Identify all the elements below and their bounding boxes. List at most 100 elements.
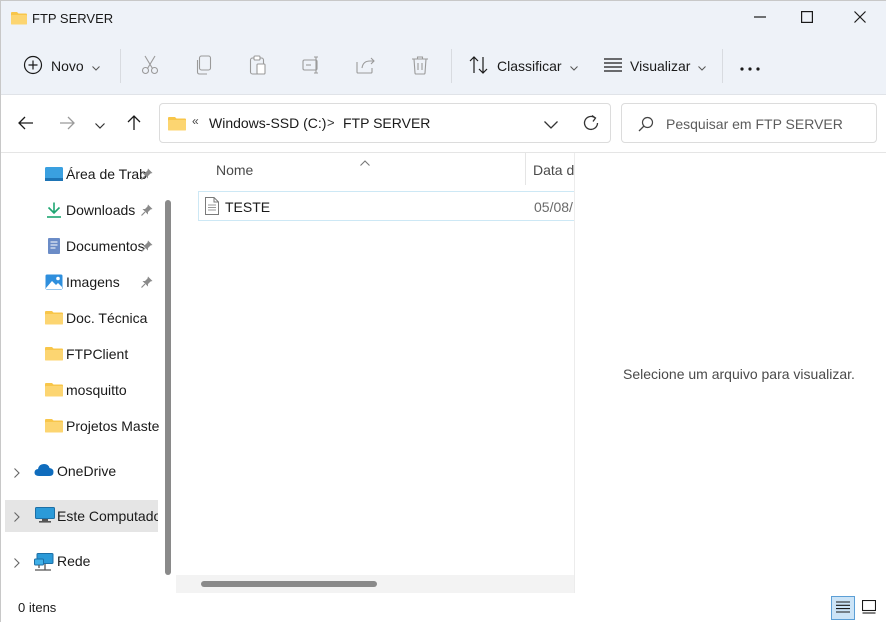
toolbar-divider: [451, 49, 452, 83]
new-label: Novo: [51, 58, 84, 74]
share-button[interactable]: [354, 54, 378, 78]
sidebar-item-doc-tecnica[interactable]: Doc. Técnica: [1, 303, 159, 333]
paste-button[interactable]: [246, 54, 270, 78]
rename-button[interactable]: [300, 54, 324, 78]
up-button[interactable]: [122, 112, 146, 136]
document-icon: [45, 238, 63, 254]
file-explorer-window: FTP SERVER Novo Classificar Visualizar «…: [0, 0, 886, 622]
sidebar-item-label: Rede: [57, 553, 91, 569]
sidebar-item-desktop[interactable]: Área de Trab: [1, 159, 159, 189]
refresh-button[interactable]: [582, 114, 600, 135]
chevron-down-icon: [569, 58, 578, 74]
forward-button[interactable]: [55, 112, 79, 136]
more-options-button[interactable]: [738, 54, 762, 78]
sidebar-item-label: Doc. Técnica: [66, 310, 148, 326]
column-divider[interactable]: [525, 153, 526, 185]
desktop-icon: [45, 166, 63, 182]
chevron-down-icon: [91, 58, 100, 74]
sidebar-item-label: Imagens: [66, 274, 120, 290]
image-icon: [45, 274, 63, 290]
pin-icon: [141, 275, 153, 291]
maximize-button[interactable]: [784, 1, 830, 35]
close-icon: [854, 10, 866, 26]
sidebar-item-images[interactable]: Imagens: [1, 267, 159, 297]
sidebar-item-label: FTPClient: [66, 346, 129, 362]
column-header-name[interactable]: Nome: [216, 162, 253, 178]
folder-icon: [45, 346, 63, 362]
minimize-icon: [754, 10, 766, 26]
rename-icon: [302, 55, 322, 77]
address-overflow[interactable]: «: [192, 114, 199, 128]
back-button[interactable]: [14, 112, 38, 136]
recent-locations-button[interactable]: [88, 112, 112, 136]
sort-button[interactable]: Classificar: [469, 49, 578, 83]
breadcrumb-segment[interactable]: FTP SERVER: [343, 115, 430, 131]
maximize-icon: [801, 10, 814, 26]
sidebar-item-label: Projetos Master: [66, 418, 159, 434]
add-icon: [23, 55, 43, 78]
trash-icon: [411, 55, 429, 78]
search-placeholder: Pesquisar em FTP SERVER: [666, 116, 843, 132]
search-icon: [638, 116, 654, 135]
view-label: Visualizar: [630, 58, 691, 74]
cut-button[interactable]: [138, 54, 162, 78]
share-icon: [356, 56, 376, 77]
breadcrumb-segment[interactable]: Windows-SSD (C:): [209, 115, 326, 131]
computer-icon: [35, 507, 55, 523]
delete-button[interactable]: [408, 54, 432, 78]
sidebar-item-label: Documentos: [66, 238, 145, 254]
sidebar-scrollbar-thumb[interactable]: [165, 200, 171, 575]
scissors-icon: [141, 55, 159, 78]
chevron-right-icon[interactable]: [14, 509, 20, 525]
search-input[interactable]: Pesquisar em FTP SERVER: [621, 103, 877, 143]
sidebar-item-this-pc[interactable]: Este Computador: [5, 500, 158, 532]
sidebar-item-projetos-master[interactable]: Projetos Master: [1, 411, 159, 441]
address-dropdown-button[interactable]: [544, 116, 558, 132]
folder-icon: [45, 310, 63, 326]
sort-label: Classificar: [497, 58, 562, 74]
sidebar-item-downloads[interactable]: Downloads: [1, 195, 159, 225]
horizontal-scrollbar-thumb[interactable]: [201, 581, 377, 587]
new-button[interactable]: Novo: [23, 49, 100, 83]
chevron-right-icon[interactable]: [14, 555, 20, 571]
address-bar[interactable]: « Windows-SSD (C:) > FTP SERVER: [159, 103, 611, 143]
text-file-icon: [205, 197, 219, 218]
tiles-view-button[interactable]: [857, 596, 881, 620]
title-bar[interactable]: FTP SERVER: [1, 1, 886, 37]
file-date: 05/08/: [534, 199, 573, 215]
pin-icon: [141, 167, 153, 183]
details-view-button[interactable]: [831, 596, 855, 620]
window-title: FTP SERVER: [32, 11, 114, 26]
file-list: Nome Data d TESTE 05/08/: [176, 153, 574, 593]
column-header-date[interactable]: Data d: [533, 162, 574, 178]
view-button[interactable]: Visualizar: [604, 49, 707, 83]
preview-message: Selecione um arquivo para visualizar.: [623, 366, 855, 382]
sidebar-item-label: Área de Trab: [66, 166, 147, 182]
network-icon: [34, 553, 54, 571]
chevron-down-icon: [544, 116, 558, 132]
sidebar-item-documents[interactable]: Documentos: [1, 231, 159, 261]
command-bar: Novo Classificar Visualizar: [1, 37, 886, 95]
tiles-view-icon: [861, 599, 877, 617]
sidebar-item-network[interactable]: Rede: [1, 546, 159, 576]
sidebar-item-label: mosquitto: [66, 382, 127, 398]
sidebar-item-label: Este Computador: [57, 508, 158, 524]
pin-icon: [141, 239, 153, 255]
list-view-icon: [604, 57, 622, 75]
pin-icon: [141, 203, 153, 219]
chevron-down-icon: [95, 116, 105, 132]
breadcrumb-separator[interactable]: >: [327, 115, 335, 130]
minimize-button[interactable]: [737, 1, 783, 35]
navigation-pane: Área de Trab Downloads Documentos Imagen…: [1, 153, 161, 593]
copy-button[interactable]: [192, 54, 216, 78]
close-button[interactable]: [837, 1, 883, 35]
sidebar-item-ftpclient[interactable]: FTPClient: [1, 339, 159, 369]
chevron-right-icon[interactable]: [14, 465, 20, 481]
file-row[interactable]: TESTE 05/08/: [198, 191, 574, 221]
status-bar: 0 itens: [1, 593, 886, 622]
sidebar-item-onedrive[interactable]: OneDrive: [1, 456, 159, 486]
details-view-icon: [836, 600, 850, 616]
folder-icon: [45, 382, 63, 398]
sidebar-item-mosquitto[interactable]: mosquitto: [1, 375, 159, 405]
cloud-icon: [34, 463, 54, 479]
